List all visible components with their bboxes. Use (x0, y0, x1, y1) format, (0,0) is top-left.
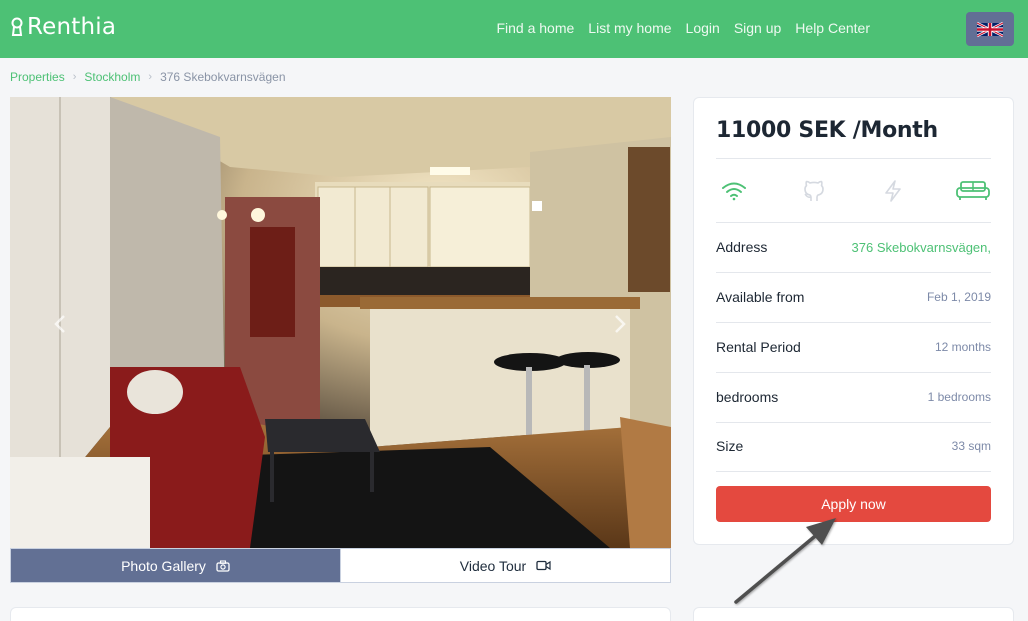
detail-value: Feb 1, 2019 (926, 290, 991, 304)
detail-label: Available from (716, 289, 805, 305)
divider (716, 222, 991, 223)
apply-now-button[interactable]: Apply now (716, 486, 991, 522)
nav-list-my-home[interactable]: List my home (588, 20, 671, 36)
amenity-wifi (716, 176, 752, 206)
divider (716, 322, 991, 323)
detail-value: 1 bedrooms (927, 390, 991, 404)
sofa-icon (956, 181, 990, 200)
divider (716, 372, 991, 373)
tab-photo-gallery-label: Photo Gallery (121, 557, 206, 574)
top-navbar: Renthia Find a home List my home Login S… (0, 0, 1028, 58)
amenity-furnished (955, 176, 991, 206)
logo-text: Renthia (27, 14, 117, 40)
breadcrumb: Properties › Stockholm › 376 Skebokvarns… (10, 70, 286, 84)
gallery-tabs: Photo Gallery Video Tour (10, 548, 671, 583)
breadcrumb-stockholm[interactable]: Stockholm (84, 70, 140, 84)
listing-price: 11000 SEK /Month (716, 118, 938, 143)
language-button[interactable] (966, 12, 1014, 46)
amenity-electricity (875, 176, 911, 206)
nav-sign-up[interactable]: Sign up (734, 20, 781, 36)
logo[interactable]: Renthia (10, 14, 116, 40)
divider (716, 158, 991, 159)
tab-video-tour[interactable]: Video Tour (340, 549, 670, 582)
main-nav: Find a home List my home Login Sign up H… (496, 20, 870, 36)
breadcrumb-current: 376 Skebokvarnsvägen (160, 70, 286, 84)
divider (716, 471, 991, 472)
camera-icon (216, 559, 230, 572)
breadcrumb-properties[interactable]: Properties (10, 70, 65, 84)
detail-value: 12 months (934, 340, 991, 354)
lower-sidebar-card (693, 607, 1014, 621)
nav-login[interactable]: Login (686, 20, 720, 36)
detail-value: 33 sqm (951, 439, 991, 453)
lightning-icon (885, 180, 902, 202)
chevron-right-icon: › (72, 71, 77, 83)
nav-help-center[interactable]: Help Center (795, 20, 870, 36)
amenity-github (796, 176, 832, 206)
detail-label: Rental Period (716, 339, 801, 355)
detail-row-rental-period: Rental Period 12 months (716, 332, 991, 362)
previous-photo-arrow-icon[interactable] (50, 313, 70, 335)
tab-photo-gallery[interactable]: Photo Gallery (11, 549, 340, 582)
detail-row-bedrooms: bedrooms 1 bedrooms (716, 382, 991, 412)
tab-video-tour-label: Video Tour (459, 557, 527, 574)
listing-info-card: 11000 SEK /Month Address 376 Skebokvarns… (693, 97, 1014, 545)
detail-label: bedrooms (716, 389, 779, 405)
uk-flag-icon (977, 21, 1003, 37)
divider (716, 422, 991, 423)
detail-label: Size (716, 438, 744, 454)
video-camera-icon (536, 560, 551, 571)
apartment-interior-image (10, 97, 671, 548)
detail-label: Address (716, 239, 768, 255)
lower-content-card (10, 607, 671, 621)
wifi-icon (722, 182, 746, 201)
property-photo (10, 97, 671, 548)
detail-row-address: Address 376 Skebokvarnsvägen, (716, 232, 991, 262)
nav-find-a-home[interactable]: Find a home (496, 20, 574, 36)
amenities-row (716, 174, 991, 208)
divider (716, 272, 991, 273)
keyhole-logo-icon (11, 17, 23, 36)
chevron-right-icon: › (148, 71, 153, 83)
detail-row-available-from: Available from Feb 1, 2019 (716, 282, 991, 312)
github-icon (803, 180, 824, 201)
next-photo-arrow-icon[interactable] (610, 313, 630, 335)
address-link[interactable]: 376 Skebokvarnsvägen, (852, 240, 991, 255)
detail-row-size: Size 33 sqm (716, 431, 991, 461)
